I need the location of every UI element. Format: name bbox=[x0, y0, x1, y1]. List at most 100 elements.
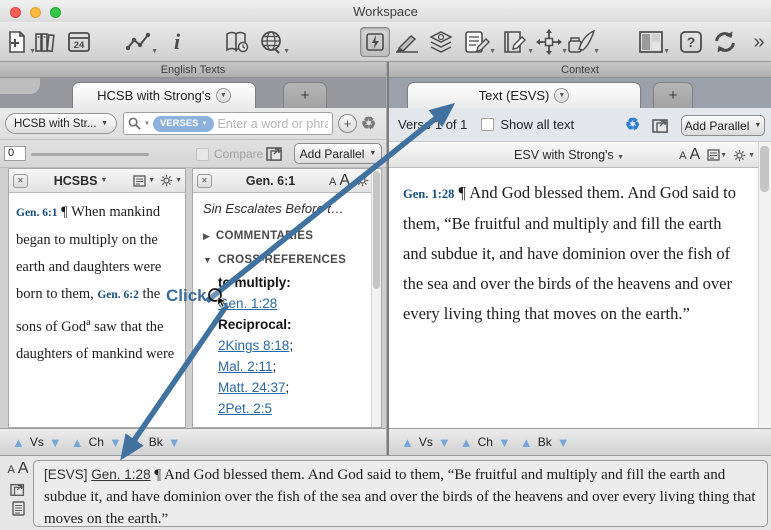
add-parallel-button[interactable]: Add Parallel ▼ bbox=[681, 115, 765, 136]
scrollbar[interactable] bbox=[371, 169, 381, 427]
up-triangle-icon[interactable]: ▲ bbox=[520, 436, 533, 449]
gear-icon[interactable] bbox=[733, 149, 746, 162]
esv-pane-title[interactable]: ESV with Strong's ▼ bbox=[459, 148, 679, 162]
hcsbs-verse-text: Gen. 6:1 ¶ When mankind began to multipl… bbox=[16, 199, 180, 368]
verse-ref[interactable]: Gen. 1:28 bbox=[403, 187, 454, 201]
gear-icon[interactable] bbox=[160, 174, 173, 187]
verse-count: Verse 1 of 1 bbox=[398, 117, 467, 132]
tab-hcsb-with-strongs[interactable]: HCSB with Strong's ▼ bbox=[72, 82, 256, 108]
search-menu-chevron-icon[interactable]: ▼ bbox=[144, 121, 150, 127]
reference-pane-header: ✕ Gen. 6:1 A A ▼ bbox=[193, 169, 381, 193]
close-pane-icon[interactable]: ✕ bbox=[197, 174, 212, 188]
detach-pane-icon[interactable] bbox=[266, 145, 285, 162]
user-notes-icon[interactable]: ▼ bbox=[462, 27, 492, 57]
zone-header-english-texts[interactable]: English Texts bbox=[0, 62, 386, 78]
tab-label: HCSB with Strong's bbox=[97, 88, 211, 103]
down-triangle-icon[interactable]: ▼ bbox=[49, 436, 62, 449]
expanded-triangle-icon[interactable]: ▼ bbox=[203, 255, 212, 265]
ink-quill-icon[interactable]: ▼ bbox=[566, 27, 596, 57]
increase-font-button[interactable]: A bbox=[689, 146, 700, 164]
up-triangle-icon[interactable]: ▲ bbox=[131, 436, 144, 449]
context-range-slider[interactable] bbox=[31, 153, 149, 156]
crossref-link[interactable]: 2Kings 8:18 bbox=[218, 338, 289, 353]
scrollbar[interactable] bbox=[758, 142, 771, 428]
add-parallel-button[interactable]: Add Parallel ▼ bbox=[294, 143, 382, 164]
decrease-font-button[interactable]: A bbox=[329, 176, 336, 188]
analytics-graph-icon[interactable]: ▼ bbox=[124, 27, 154, 57]
recycle-pane-icon[interactable]: ♻ bbox=[625, 116, 640, 133]
down-triangle-icon[interactable]: ▼ bbox=[498, 436, 511, 449]
show-all-control: Show all text bbox=[481, 117, 574, 132]
right-tab-bar: Text (ESVS) ▼ + bbox=[389, 78, 771, 108]
crossref-link[interactable]: Matt. 24:37 bbox=[218, 380, 286, 395]
zone-header-context[interactable]: Context bbox=[389, 62, 771, 78]
tab-text-esvs[interactable]: Text (ESVS) ▼ bbox=[407, 82, 641, 108]
daily-reading-icon[interactable]: 24 bbox=[64, 27, 94, 57]
crossref-link[interactable]: 2Pet. 2:5 bbox=[218, 401, 272, 416]
decrease-font-button[interactable]: A bbox=[679, 150, 686, 162]
crossref-link[interactable]: Mal. 2:11 bbox=[218, 359, 273, 374]
section-commentaries[interactable]: ▶ COMMENTARIES bbox=[203, 230, 369, 242]
detach-pane-icon[interactable] bbox=[10, 482, 27, 497]
text-select-dropdown[interactable]: HCSB with Str... ▼ bbox=[5, 113, 117, 134]
stack-icon[interactable] bbox=[426, 27, 456, 57]
sync-icon[interactable] bbox=[710, 27, 740, 57]
tab-menu-icon[interactable]: ▼ bbox=[554, 88, 569, 103]
instant-details-icon[interactable] bbox=[360, 27, 390, 57]
up-triangle-icon[interactable]: ▲ bbox=[12, 436, 25, 449]
verse-ref[interactable]: Gen. 6:2 bbox=[97, 289, 139, 301]
show-all-checkbox[interactable] bbox=[481, 118, 494, 131]
up-triangle-icon[interactable]: ▲ bbox=[460, 436, 473, 449]
article-title[interactable]: Sin Escalates Before t… bbox=[203, 201, 369, 216]
magnify-cursor-icon bbox=[205, 285, 231, 311]
hcsbs-pane-title[interactable]: HCSBS▼ bbox=[28, 174, 133, 188]
tab-menu-icon[interactable]: ▼ bbox=[216, 88, 231, 103]
help-icon[interactable]: ? bbox=[676, 27, 706, 57]
section-cross-references[interactable]: ▼ CROSS-REFERENCES bbox=[203, 254, 369, 266]
gear-icon[interactable] bbox=[356, 174, 369, 187]
crossref-row: 2Pet. 2:5 bbox=[218, 398, 369, 419]
recycle-search-icon[interactable]: ♻ bbox=[361, 115, 376, 132]
reference-pane-title: Gen. 6:1 bbox=[212, 174, 329, 188]
search-input[interactable] bbox=[217, 117, 328, 131]
close-pane-icon[interactable]: ✕ bbox=[13, 174, 28, 188]
search-field[interactable]: ▼ VERSES ▼ bbox=[123, 112, 333, 135]
workspace-layout-icon[interactable]: ▼ bbox=[636, 27, 666, 57]
footnote-marker[interactable]: a bbox=[86, 317, 90, 328]
context-range-value[interactable]: 0 bbox=[4, 146, 26, 161]
up-triangle-icon[interactable]: ▲ bbox=[401, 436, 414, 449]
atlas-globe-icon[interactable]: ▼ bbox=[256, 27, 286, 57]
chevron-down-icon: ▼ bbox=[101, 120, 108, 127]
toolbar-overflow-icon[interactable]: » bbox=[744, 27, 771, 57]
scrollbar-thumb[interactable] bbox=[373, 171, 380, 289]
library-icon[interactable] bbox=[30, 27, 60, 57]
reading-plan-icon[interactable] bbox=[222, 27, 252, 57]
increase-font-button[interactable]: A bbox=[339, 172, 350, 190]
highlight-pen-icon[interactable] bbox=[392, 27, 422, 57]
decrease-font-button[interactable]: A bbox=[7, 464, 14, 476]
compare-checkbox[interactable] bbox=[196, 148, 209, 161]
new-tab-button[interactable]: + bbox=[653, 82, 693, 108]
down-triangle-icon[interactable]: ▼ bbox=[438, 436, 451, 449]
new-document-icon[interactable]: ▼ bbox=[2, 27, 32, 57]
move-arrange-icon[interactable]: ▼ bbox=[534, 27, 564, 57]
display-settings-icon[interactable] bbox=[707, 149, 720, 161]
increase-font-button[interactable]: A bbox=[18, 460, 29, 478]
scrollbar-thumb[interactable] bbox=[760, 146, 769, 192]
clipboard-icon[interactable] bbox=[12, 501, 25, 516]
edit-document-icon[interactable]: ▼ bbox=[500, 27, 530, 57]
crossref-block: to multiply: Gen. 1:28 Reciprocal: 2King… bbox=[218, 272, 369, 419]
up-triangle-icon[interactable]: ▲ bbox=[71, 436, 84, 449]
search-scope-pill[interactable]: VERSES ▼ bbox=[153, 116, 215, 132]
down-triangle-icon[interactable]: ▼ bbox=[109, 436, 122, 449]
down-triangle-icon[interactable]: ▼ bbox=[168, 436, 181, 449]
verse-ref[interactable]: Gen. 1:28 bbox=[91, 467, 150, 482]
info-icon[interactable]: i bbox=[162, 27, 192, 57]
collapsed-triangle-icon[interactable]: ▶ bbox=[203, 231, 210, 242]
down-triangle-icon[interactable]: ▼ bbox=[557, 436, 570, 449]
display-settings-icon[interactable] bbox=[133, 175, 146, 187]
new-tab-button[interactable]: + bbox=[283, 82, 327, 108]
verse-ref[interactable]: Gen. 6:1 bbox=[16, 207, 58, 219]
detach-pane-icon[interactable] bbox=[652, 117, 671, 134]
add-search-button[interactable]: + bbox=[338, 114, 357, 133]
